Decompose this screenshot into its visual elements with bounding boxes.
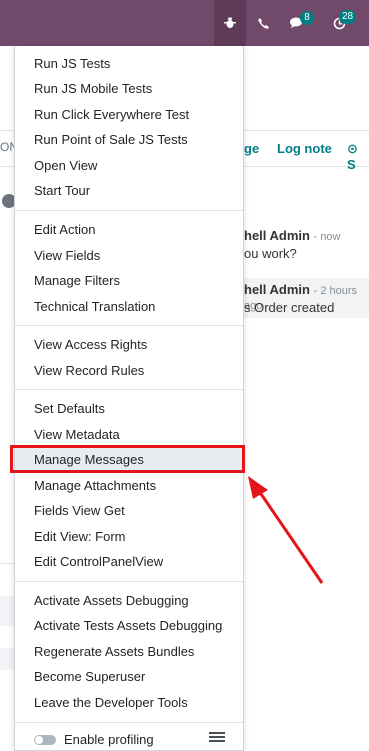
- annotation-arrow-icon: [248, 476, 324, 584]
